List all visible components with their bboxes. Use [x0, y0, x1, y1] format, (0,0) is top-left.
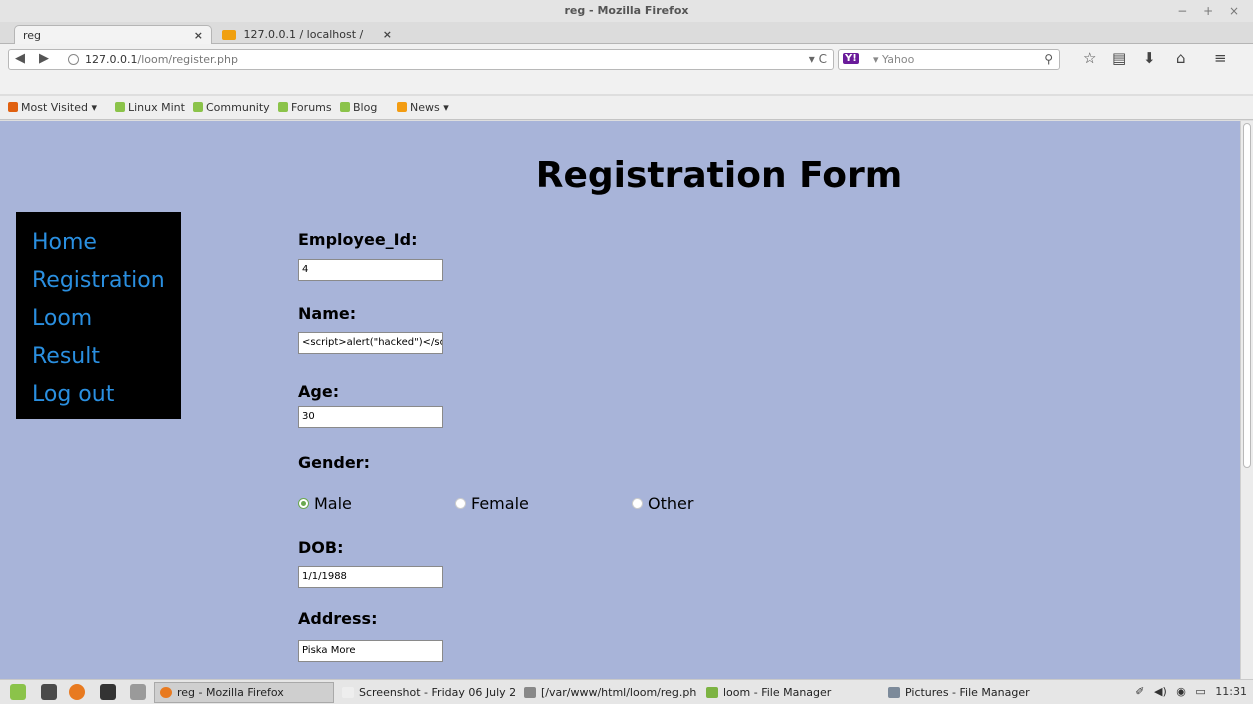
back-icon[interactable]: ◀: [15, 51, 25, 66]
bookmark-blog[interactable]: Blog: [340, 96, 377, 120]
task-editor[interactable]: [/var/www/html/loom/reg.ph...: [518, 682, 698, 703]
system-tray: ✐ ◀) ◉ ▭ 11:31: [1129, 680, 1247, 704]
mint-menu-icon[interactable]: [10, 684, 26, 700]
tab-strip: reg × 127.0.0.1 / localhost / Loo... × +: [0, 22, 1253, 62]
nav-link-registration[interactable]: Registration: [16, 262, 181, 300]
address-field[interactable]: Piska More: [298, 640, 443, 662]
radio-unchecked-icon[interactable]: [632, 498, 643, 509]
screenshot-icon: [342, 687, 354, 698]
tab-reg[interactable]: reg ×: [14, 25, 212, 45]
gender-radio-other[interactable]: Other: [632, 494, 693, 513]
text-editor-icon: [524, 687, 536, 698]
side-navigation: Home Registration Loom Result Log out: [16, 212, 181, 419]
bookmark-community[interactable]: Community: [193, 96, 270, 120]
tab-phpmyadmin[interactable]: 127.0.0.1 / localhost / Loo... ×: [214, 25, 400, 60]
firefox-launcher-icon[interactable]: [69, 684, 85, 700]
folder-icon: [8, 102, 18, 112]
gender-radio-female[interactable]: Female: [455, 494, 529, 513]
firefox-icon: [160, 687, 172, 698]
task-firefox[interactable]: reg - Mozilla Firefox: [154, 682, 334, 703]
radio-checked-icon[interactable]: [298, 498, 309, 509]
dob-label: DOB:: [298, 538, 344, 557]
task-loom-file-manager[interactable]: loom - File Manager: [700, 682, 880, 703]
radio-unchecked-icon[interactable]: [455, 498, 466, 509]
name-field[interactable]: <script>alert("hacked")</sc: [298, 332, 443, 354]
task-pictures-file-manager[interactable]: Pictures - File Manager: [882, 682, 1062, 703]
reading-list-icon[interactable]: ▤: [1112, 49, 1126, 67]
nav-link-logout[interactable]: Log out: [16, 376, 181, 414]
employee-id-label: Employee_Id:: [298, 230, 418, 249]
clock[interactable]: 11:31: [1215, 685, 1247, 698]
mint-icon: [340, 102, 350, 112]
mint-icon: [115, 102, 125, 112]
folder-icon: [888, 687, 900, 698]
url-path: /loom/register.php: [137, 53, 238, 66]
battery-icon[interactable]: ▭: [1195, 685, 1205, 698]
nav-link-result[interactable]: Result: [16, 338, 181, 376]
bookmark-news[interactable]: News ▾: [397, 96, 449, 120]
nav-link-home[interactable]: Home: [16, 224, 181, 262]
terminal-launcher-icon[interactable]: [100, 684, 116, 700]
bookmarks-toolbar: Most Visited ▾ Linux Mint Community Foru…: [0, 96, 1253, 120]
search-icon[interactable]: ⚲: [1044, 52, 1053, 66]
rss-icon: [397, 102, 407, 112]
window-controls[interactable]: − + ×: [1177, 0, 1245, 22]
dob-field[interactable]: 1/1/1988: [298, 566, 443, 588]
close-tab-icon[interactable]: ×: [383, 25, 392, 44]
file-manager-launcher-icon[interactable]: [130, 684, 146, 700]
mint-icon: [193, 102, 203, 112]
network-icon[interactable]: ✐: [1135, 685, 1144, 698]
site-identity-icon[interactable]: [68, 54, 79, 65]
navigation-toolbar: ◀ ▶ 127.0.0.1/loom/register.php ▾ C Y! ▾…: [0, 44, 1253, 94]
volume-icon[interactable]: ◀): [1154, 685, 1167, 698]
update-icon[interactable]: ◉: [1176, 685, 1186, 698]
url-host: 127.0.0.1: [85, 53, 138, 66]
age-field[interactable]: 30: [298, 406, 443, 428]
nav-link-loom[interactable]: Loom: [16, 300, 181, 338]
folder-icon: [706, 687, 718, 698]
window-titlebar: reg - Mozilla Firefox − + ×: [0, 0, 1253, 22]
reload-icon[interactable]: ▾ C: [809, 52, 827, 66]
gender-label: Gender:: [298, 453, 370, 472]
show-desktop-icon[interactable]: [41, 684, 57, 700]
name-label: Name:: [298, 304, 357, 323]
taskbar: reg - Mozilla Firefox Screenshot - Frida…: [0, 679, 1253, 704]
bookmark-forums[interactable]: Forums: [278, 96, 332, 120]
bookmark-most-visited[interactable]: Most Visited ▾: [8, 96, 97, 120]
task-screenshot[interactable]: Screenshot - Friday 06 July 2...: [336, 682, 516, 703]
age-label: Age:: [298, 382, 340, 401]
window-title: reg - Mozilla Firefox: [564, 4, 689, 17]
close-tab-icon[interactable]: ×: [194, 26, 203, 45]
phpmyadmin-icon: [222, 30, 236, 40]
tab-label: reg: [23, 29, 42, 42]
bookmark-star-icon[interactable]: ☆: [1083, 49, 1096, 67]
search-input[interactable]: ▾ Yahoo: [873, 53, 914, 66]
url-text[interactable]: 127.0.0.1/loom/register.php: [85, 53, 238, 66]
mint-icon: [278, 102, 288, 112]
downloads-icon[interactable]: ⬇: [1143, 49, 1156, 67]
gender-radio-male[interactable]: Male: [298, 494, 352, 513]
forward-icon[interactable]: ▶: [39, 51, 49, 66]
search-bar[interactable]: Y! ▾ Yahoo ⚲: [838, 49, 1060, 70]
address-label: Address:: [298, 609, 378, 628]
vertical-scrollbar[interactable]: [1240, 121, 1253, 679]
employee-id-field[interactable]: 4: [298, 259, 443, 281]
scrollbar-thumb[interactable]: [1243, 123, 1251, 468]
menu-icon[interactable]: ≡: [1214, 49, 1227, 67]
page-viewport: Registration Form Home Registration Loom…: [0, 121, 1240, 679]
page-title: Registration Form: [535, 155, 903, 196]
home-icon[interactable]: ⌂: [1176, 49, 1186, 67]
yahoo-icon[interactable]: Y!: [843, 53, 859, 64]
bookmark-linux-mint[interactable]: Linux Mint: [115, 96, 185, 120]
url-bar[interactable]: ◀ ▶ 127.0.0.1/loom/register.php ▾ C: [8, 49, 834, 70]
